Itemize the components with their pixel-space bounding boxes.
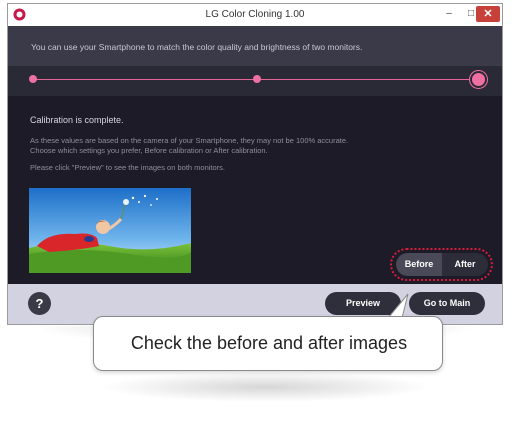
app-window: LG Color Cloning 1.00 – □ ✕ You can use … (7, 3, 503, 325)
before-toggle-button[interactable]: Before (396, 253, 442, 276)
progress-step-1 (29, 75, 37, 83)
progress-step-2 (253, 75, 261, 83)
sample-photo-illustration (29, 188, 191, 273)
minimize-button[interactable]: – (438, 6, 460, 22)
preview-hint: Please click "Preview" to see the images… (30, 163, 225, 172)
before-after-toggle: Before After (396, 253, 488, 276)
info-bar: You can use your Smartphone to match the… (8, 26, 502, 66)
calibration-note: As these values are based on the camera … (30, 136, 430, 156)
note-line-2: Choose which settings you prefer, Before… (30, 146, 268, 155)
instruction-callout: Check the before and after images (93, 316, 443, 371)
progress-steps (8, 66, 502, 96)
after-toggle-button[interactable]: After (442, 253, 488, 276)
callout-shadow (100, 372, 430, 402)
info-text: You can use your Smartphone to match the… (31, 42, 363, 52)
sample-image (29, 188, 191, 273)
note-line-1: As these values are based on the camera … (30, 136, 349, 145)
callout-text: Check the before and after images (130, 333, 408, 353)
go-to-main-button[interactable]: Go to Main (409, 292, 485, 315)
help-button[interactable]: ? (28, 292, 51, 315)
main-content: Calibration is complete. As these values… (8, 96, 502, 284)
title-bar: LG Color Cloning 1.00 – □ ✕ (8, 4, 502, 26)
window-title: LG Color Cloning 1.00 (205, 9, 305, 20)
progress-step-3-current (472, 73, 485, 86)
calibration-complete-heading: Calibration is complete. (30, 115, 124, 125)
close-button[interactable]: ✕ (476, 6, 500, 22)
